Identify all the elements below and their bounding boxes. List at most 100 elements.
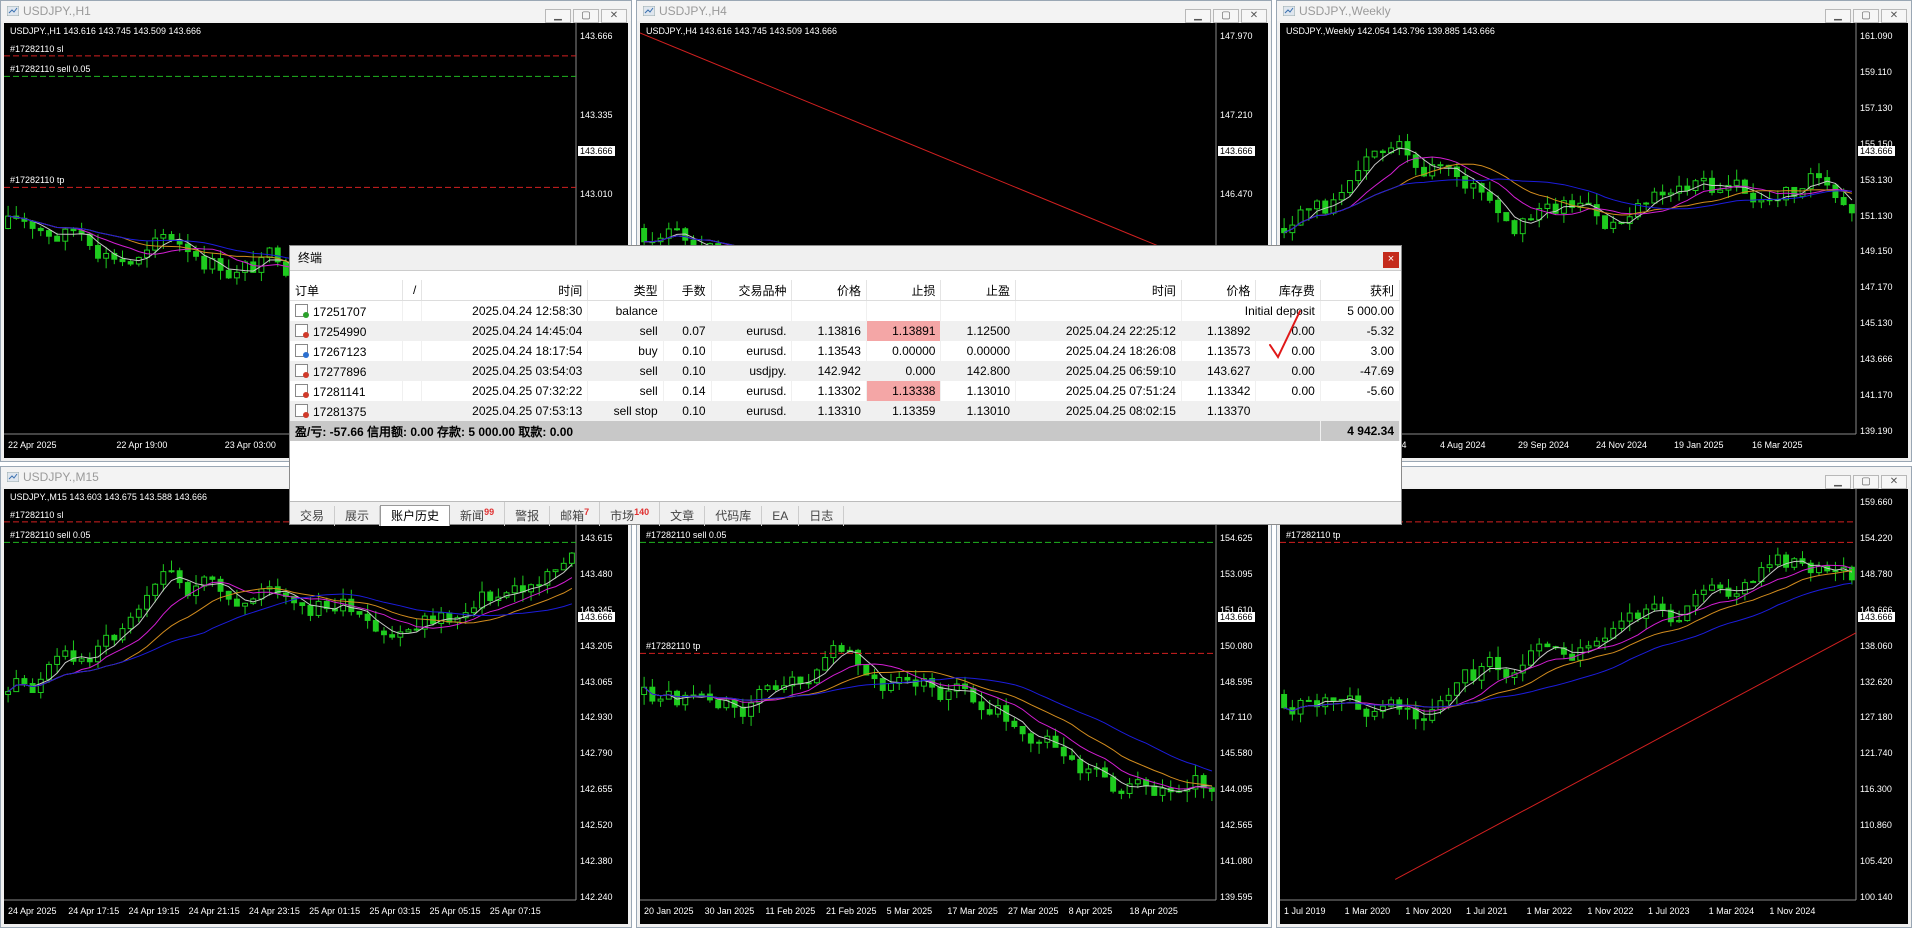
terminal-panel[interactable]: 终端 × 订单 / 时间 类型 手数 交易品种 价格 止损 止盈 时间 价格 库存费 获利 172517… (289, 245, 1402, 526)
price-tick-label: 142.930 (580, 712, 613, 723)
chart-area[interactable]: #17282110 sl #17282110 sell 0.05 USDJPY.,M… (4, 489, 628, 924)
time-tick-label: 30 Jan 2025 (704, 906, 755, 916)
candle (1453, 682, 1460, 705)
window-titlebar[interactable]: USDJPY.,H4 ▁ ▢ ✕ (637, 1, 1271, 23)
minimize-icon[interactable]: ▁ (545, 9, 571, 23)
time-tick-label: 24 Apr 2025 (8, 906, 57, 916)
price-tick-label: 148.780 (1860, 568, 1893, 579)
close-icon[interactable]: ✕ (601, 9, 627, 23)
candle (1093, 762, 1100, 777)
candle (209, 252, 216, 274)
candle (1750, 183, 1757, 209)
candle (1085, 763, 1092, 781)
candle (1824, 170, 1831, 191)
cell-symbol: eurusd. (711, 321, 793, 341)
minimize-icon[interactable]: ▁ (1825, 9, 1851, 23)
tab-3[interactable]: 新闻99 (450, 502, 506, 526)
price-tick-label: 142.520 (580, 820, 613, 831)
tab-2[interactable]: 账户历史 (380, 505, 451, 526)
chart-window-monthly[interactable]: ▁▢✕#17282110 sl 0.05#17282110 tp04 150.4… (1276, 466, 1912, 928)
candle (421, 612, 428, 638)
moving-average-line (643, 670, 1212, 787)
price-tick-label: 143.205 (580, 640, 613, 651)
price-chart (1280, 489, 1857, 901)
candle (389, 625, 396, 640)
candle (103, 246, 110, 269)
column-header[interactable]: 类型 (587, 280, 664, 301)
price-tick-label: 145.130 (1860, 318, 1893, 329)
time-tick-label: 25 Apr 03:15 (369, 906, 421, 916)
tab-6[interactable]: 市场140 (600, 502, 661, 526)
column-header[interactable]: 获利 (1320, 280, 1401, 301)
candle (781, 676, 787, 693)
close-icon[interactable]: ✕ (1241, 9, 1267, 23)
chart-window-daily[interactable]: ▁▢✕#17282110 sl#17282110 sell 0.05#17282… (636, 466, 1272, 928)
tab-7[interactable]: 文章 (660, 506, 706, 526)
cell-sl (866, 300, 942, 321)
candle (1602, 215, 1608, 230)
column-header[interactable]: 止盈 (940, 280, 1016, 301)
window-title: USDJPY.,H1 (23, 4, 91, 18)
moving-average-line (7, 587, 573, 692)
chart-area[interactable]: #17282110 sl#17282110 sell 0.05#17282110… (640, 489, 1268, 924)
close-icon[interactable]: × (1383, 252, 1399, 268)
candle (356, 611, 363, 618)
price-tick-label: 148.595 (1220, 676, 1253, 687)
time-tick-label: 24 Nov 2024 (1596, 440, 1648, 450)
chart-window-m15[interactable]: USDJPY.,M15▁▢✕#17282110 sl#17282110 sell… (0, 466, 632, 928)
column-header[interactable]: 价格 (791, 280, 867, 301)
chart-area[interactable]: #17282110 sl 0.05#17282110 tp04 150.489 … (1280, 489, 1908, 924)
candle (1733, 169, 1740, 192)
candle (1371, 150, 1378, 159)
candle (1766, 554, 1773, 573)
minimize-icon[interactable]: ▁ (1185, 9, 1211, 23)
column-header[interactable]: 手数 (663, 280, 712, 301)
time-tick-label: 19 Jan 2025 (1674, 440, 1724, 450)
tab-5[interactable]: 邮箱7 (550, 502, 601, 526)
window-titlebar[interactable]: USDJPY.,Weekly ▁ ▢ ✕ (1277, 1, 1911, 23)
time-tick-label: 24 Apr 17:15 (68, 906, 120, 916)
tab-9[interactable]: EA (762, 506, 800, 526)
close-icon[interactable]: ✕ (1881, 475, 1907, 489)
moving-average-line (1283, 582, 1852, 712)
candle (1429, 157, 1436, 180)
tab-10[interactable]: 日志 (799, 506, 845, 526)
column-header[interactable]: / (402, 280, 423, 301)
close-icon[interactable]: ✕ (1881, 9, 1907, 23)
column-header[interactable]: 止损 (866, 280, 942, 301)
window-titlebar[interactable]: USDJPY.,H1 ▁ ▢ ✕ (1, 1, 631, 23)
candle (62, 645, 69, 660)
maximize-icon[interactable]: ▢ (573, 9, 599, 23)
price-tick-label: 142.655 (580, 784, 613, 795)
candle (1816, 163, 1822, 186)
column-header[interactable]: 交易品种 (711, 280, 793, 301)
price-tick-label: 145.580 (1220, 748, 1253, 759)
column-header[interactable]: 库存费 (1255, 280, 1321, 301)
price-tick-label: 143.666 (580, 31, 613, 41)
column-header[interactable]: 订单 (290, 280, 403, 301)
moving-average-line (1283, 570, 1852, 712)
maximize-icon[interactable]: ▢ (1853, 475, 1879, 489)
candle (1626, 207, 1633, 230)
candle (1511, 219, 1518, 237)
candle (1519, 654, 1526, 682)
column-header[interactable]: 价格 (1181, 280, 1257, 301)
cell-spacer (402, 361, 423, 381)
tab-1[interactable]: 展示 (335, 506, 381, 526)
maximize-icon[interactable]: ▢ (1853, 9, 1879, 23)
tab-8[interactable]: 代码库 (705, 506, 763, 526)
candle (495, 588, 502, 607)
column-header[interactable]: 时间 (1015, 280, 1182, 301)
minimize-icon[interactable]: ▁ (1825, 475, 1851, 489)
candle (1651, 595, 1658, 613)
tab-0[interactable]: 交易 (290, 506, 336, 526)
price-tick-label: 139.595 (1220, 892, 1253, 902)
maximize-icon[interactable]: ▢ (1213, 9, 1239, 23)
candle (291, 595, 298, 611)
column-header[interactable]: 时间 (421, 280, 589, 301)
tab-4[interactable]: 警报 (505, 506, 551, 526)
ohlc-readout: USDJPY.,H4 143.616 143.745 143.509 143.6… (646, 26, 837, 36)
window-title: USDJPY.,Weekly (1299, 4, 1391, 18)
tab-badge: 99 (484, 507, 495, 517)
candle (5, 686, 12, 703)
